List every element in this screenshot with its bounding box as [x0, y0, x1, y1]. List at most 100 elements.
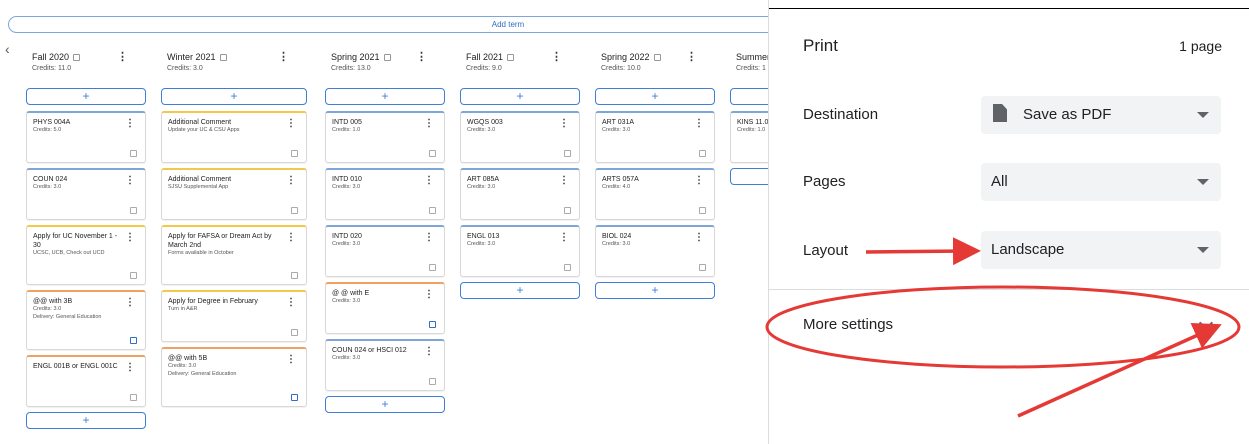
kebab-menu-icon[interactable]: ⋮	[559, 232, 569, 243]
course-card[interactable]: INTD 005 Credits: 1.0 ⋮	[325, 111, 445, 163]
sticky-note-icon[interactable]	[130, 272, 137, 279]
sticky-note-icon[interactable]	[219, 54, 227, 61]
course-card[interactable]: ART 031A Credits: 3.0 ⋮	[595, 111, 715, 163]
sticky-note-icon[interactable]	[699, 264, 706, 271]
course-card[interactable]: KINS 11.0Credits: 1.0⋮	[730, 111, 768, 163]
course-detail: Credits: 3.0	[33, 184, 62, 190]
course-card[interactable]: ART 085A Credits: 3.0 ⋮	[460, 168, 580, 220]
sticky-note-icon[interactable]	[564, 264, 571, 271]
destination-select[interactable]: Save as PDF	[981, 96, 1221, 134]
pages-select[interactable]: All	[981, 163, 1221, 201]
sticky-note-icon[interactable]	[291, 207, 298, 214]
sticky-note-icon[interactable]	[383, 54, 391, 61]
course-card[interactable]: @@ with 3B Credits: 3.0 Delivery: General …	[26, 290, 146, 350]
sticky-note-icon[interactable]	[130, 337, 137, 344]
sticky-note-icon[interactable]	[130, 150, 137, 157]
add-course-button[interactable]: +	[730, 88, 768, 105]
add-course-button[interactable]: +	[26, 88, 146, 105]
kebab-menu-icon[interactable]: ⋮	[125, 118, 135, 129]
course-card[interactable]: PHYS 004A Credits: 5.0 ⋮	[26, 111, 146, 163]
sticky-note-icon[interactable]	[429, 378, 436, 385]
kebab-menu-icon[interactable]: ⋮	[286, 354, 296, 365]
kebab-menu-icon[interactable]: ⋮	[125, 297, 135, 308]
kebab-menu-icon[interactable]: ⋮	[694, 175, 704, 186]
kebab-menu-icon[interactable]: ⋮	[694, 232, 704, 243]
course-card[interactable]: ARTS 057A Credits: 4.0 ⋮	[595, 168, 715, 220]
add-course-button[interactable]: +	[460, 88, 580, 105]
course-card[interactable]: Apply for UC November 1 - 30 UCSC, UCB, C…	[26, 225, 146, 285]
sticky-note-icon[interactable]	[429, 207, 436, 214]
chevron-left-icon[interactable]: ‹	[5, 42, 10, 56]
course-detail: UCSC, UCB, Check out UCD	[33, 250, 105, 256]
course-card[interactable]: INTD 010 Credits: 3.0 ⋮	[325, 168, 445, 220]
add-course-button[interactable]: +	[595, 88, 715, 105]
kebab-menu-icon[interactable]: ⋮	[424, 289, 434, 300]
more-settings-toggle[interactable]: More settings	[803, 316, 893, 333]
course-card[interactable]: Apply for FAFSA or Dream Act by March 2n…	[161, 225, 307, 285]
course-title: @@ with 3B	[33, 298, 73, 305]
add-course-button[interactable]: +	[325, 396, 445, 413]
course-card[interactable]: @@ with 5B Credits: 3.0 Delivery: General …	[161, 347, 307, 407]
course-card[interactable]: ENGL 013 Credits: 3.0 ⋮	[460, 225, 580, 277]
add-course-button[interactable]: +	[325, 88, 445, 105]
sticky-note-icon[interactable]	[507, 54, 515, 61]
add-term-button[interactable]: Add term	[8, 16, 768, 33]
course-card[interactable]: @ @ with E Credits: 3.0 ⋮	[325, 282, 445, 334]
course-card[interactable]: COUN 024 or HSCI 012 Credits: 3.0 ⋮	[325, 339, 445, 391]
course-card[interactable]: WGQS 003 Credits: 3.0 ⋮	[460, 111, 580, 163]
kebab-menu-icon[interactable]: ⋮	[416, 52, 427, 63]
sticky-note-icon[interactable]	[291, 394, 298, 401]
add-course-button[interactable]: +	[26, 412, 146, 429]
sticky-note-icon[interactable]	[130, 394, 137, 401]
term-header: Spring 2021 Credits: 13.0 ⋮	[325, 52, 445, 86]
sticky-note-icon[interactable]	[291, 150, 298, 157]
kebab-menu-icon[interactable]: ⋮	[286, 175, 296, 186]
add-course-button[interactable]: +	[161, 88, 307, 105]
kebab-menu-icon[interactable]: ⋮	[424, 118, 434, 129]
kebab-menu-icon[interactable]: ⋮	[424, 346, 434, 357]
sticky-note-icon[interactable]	[699, 150, 706, 157]
kebab-menu-icon[interactable]: ⋮	[278, 52, 289, 63]
kebab-menu-icon[interactable]: ⋮	[125, 175, 135, 186]
course-title: INTD 005	[332, 119, 362, 126]
print-title: Print	[803, 36, 838, 55]
sticky-note-icon[interactable]	[291, 329, 298, 336]
course-card[interactable]: BIOL 024 Credits: 3.0 ⋮	[595, 225, 715, 277]
kebab-menu-icon[interactable]: ⋮	[286, 297, 296, 308]
sticky-note-icon[interactable]	[429, 150, 436, 157]
course-card[interactable]: Apply for Degree in February Turn in A&R ⋮	[161, 290, 307, 342]
kebab-menu-icon[interactable]: ⋮	[559, 175, 569, 186]
layout-select[interactable]: Landscape	[981, 231, 1221, 269]
kebab-menu-icon[interactable]: ⋮	[686, 52, 697, 63]
sticky-note-icon[interactable]	[429, 321, 436, 328]
kebab-menu-icon[interactable]: ⋮	[559, 118, 569, 129]
add-course-button[interactable]: +	[460, 282, 580, 299]
add-course-button[interactable]	[730, 168, 768, 185]
kebab-menu-icon[interactable]: ⋮	[125, 362, 135, 373]
sticky-note-icon[interactable]	[699, 207, 706, 214]
term-name: Spring 2021	[331, 52, 445, 63]
kebab-menu-icon[interactable]: ⋮	[551, 52, 562, 63]
sticky-note-icon[interactable]	[564, 150, 571, 157]
course-card[interactable]: ENGL 001B or ENGL 001C ⋮	[26, 355, 146, 407]
course-card[interactable]: Additional Comment Update your UC & CSU A…	[161, 111, 307, 163]
sticky-note-icon[interactable]	[291, 272, 298, 279]
sticky-note-icon[interactable]	[653, 54, 661, 61]
sticky-note-icon[interactable]	[130, 207, 137, 214]
course-card[interactable]: Additional Comment SJSU Supplemental App ⋮	[161, 168, 307, 220]
course-card[interactable]: INTD 020 Credits: 3.0 ⋮	[325, 225, 445, 277]
sticky-note-icon[interactable]	[73, 54, 81, 61]
kebab-menu-icon[interactable]: ⋮	[117, 52, 128, 63]
sticky-note-icon[interactable]	[429, 264, 436, 271]
add-course-button[interactable]: +	[595, 282, 715, 299]
chevron-down-icon[interactable]	[1198, 315, 1214, 331]
kebab-menu-icon[interactable]: ⋮	[125, 232, 135, 243]
kebab-menu-icon[interactable]: ⋮	[286, 118, 296, 129]
course-card[interactable]: COUN 024 Credits: 3.0 ⋮	[26, 168, 146, 220]
kebab-menu-icon[interactable]: ⋮	[424, 175, 434, 186]
kebab-menu-icon[interactable]: ⋮	[286, 232, 296, 243]
term-title: Fall 2020	[32, 52, 70, 62]
sticky-note-icon[interactable]	[564, 207, 571, 214]
kebab-menu-icon[interactable]: ⋮	[424, 232, 434, 243]
kebab-menu-icon[interactable]: ⋮	[694, 118, 704, 129]
